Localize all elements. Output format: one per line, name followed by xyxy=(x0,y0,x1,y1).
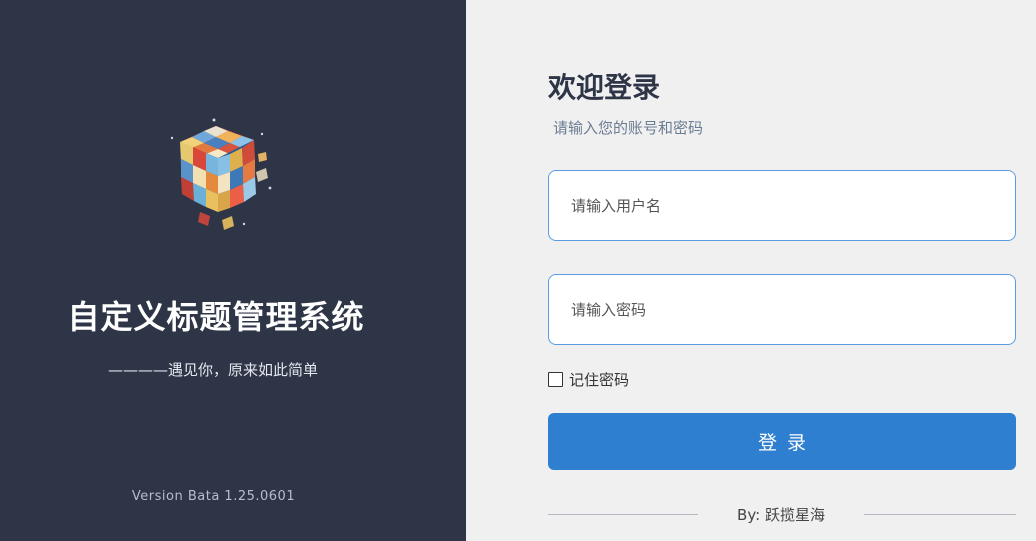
remember-password-label: 记住密码 xyxy=(569,371,630,389)
login-subtitle: 请输入您的账号和密码 xyxy=(553,119,704,137)
app-slogan: ————遇见你，原来如此简单 xyxy=(108,361,319,379)
login-button[interactable]: 登录 xyxy=(548,413,1016,470)
brand-panel: 自定义标题管理系统 ————遇见你，原来如此简单 Version Bata 1.… xyxy=(0,0,466,541)
version-label: Version Bata 1.25.0601 xyxy=(131,489,296,504)
login-panel: 欢迎登录 请输入您的账号和密码 记住密码 登录 By: 跃揽星海 xyxy=(466,0,1036,541)
app-title: 自定义标题管理系统 xyxy=(67,298,365,336)
login-window: 自定义标题管理系统 ————遇见你，原来如此简单 Version Bata 1.… xyxy=(0,0,1036,541)
footer-divider-left xyxy=(548,514,698,515)
login-heading: 欢迎登录 xyxy=(548,71,661,104)
footer-divider-right xyxy=(864,514,1016,515)
remember-password[interactable]: 记住密码 xyxy=(548,369,629,390)
rubiks-cube-icon xyxy=(170,118,272,230)
author-credit: By: 跃揽星海 xyxy=(737,506,825,524)
password-input[interactable] xyxy=(548,274,1016,345)
username-input[interactable] xyxy=(548,170,1016,241)
remember-password-checkbox[interactable] xyxy=(548,372,563,387)
